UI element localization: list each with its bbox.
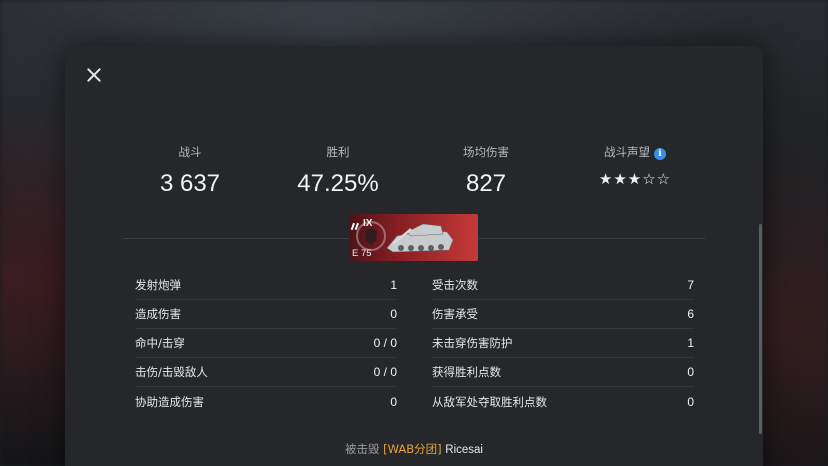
summary-stats: 战斗 3 637 胜利 47.25% 场均伤害 827 战斗声望 i ★★★☆☆ <box>120 144 710 204</box>
tank-name: E 75 <box>352 248 372 259</box>
destroyed-by: 被击毁 [WAB分团] Ricesai <box>65 441 763 457</box>
tank-card: IX E 75 <box>349 214 478 261</box>
stat-reputation-label: 战斗声望 <box>604 145 650 159</box>
row-value: 1 <box>390 278 397 292</box>
table-row: 协助造成伤害 0 <box>135 387 397 416</box>
stat-battles-value: 3 637 <box>159 170 221 197</box>
table-row: 发射炮弹 1 <box>135 271 397 300</box>
battle-stats-panel: 战斗 3 637 胜利 47.25% 场均伤害 827 战斗声望 i ★★★☆☆ <box>65 46 763 466</box>
stat-wins: 胜利 47.25% <box>268 144 408 198</box>
row-value: 0 <box>390 307 397 321</box>
destroyed-by-label: 被击毁 <box>344 442 380 456</box>
germany-emblem-icon <box>365 228 377 245</box>
table-row: 击伤/击毁敌人 0 / 0 <box>135 358 397 387</box>
row-value: 7 <box>687 278 694 292</box>
row-value: 0 <box>687 365 694 379</box>
info-icon[interactable]: i <box>654 148 666 160</box>
left-stats-table: 发射炮弹 1 造成伤害 0 命中/击穿 0 / 0 击伤/击毁敌人 0 / 0 … <box>135 271 397 416</box>
row-label: 命中/击穿 <box>135 336 185 350</box>
row-value: 6 <box>687 307 694 321</box>
row-value: 0 / 0 <box>373 336 397 350</box>
stat-battles: 战斗 3 637 <box>120 144 260 198</box>
destroyer-player[interactable]: Ricesai <box>445 444 483 456</box>
table-row: 获得胜利点数 0 <box>432 358 694 387</box>
scrollbar[interactable] <box>759 224 762 434</box>
row-value: 0 <box>390 394 397 409</box>
table-row: 造成伤害 0 <box>135 300 397 329</box>
row-label: 协助造成伤害 <box>135 394 204 409</box>
row-value: 0 / 0 <box>373 365 397 379</box>
stat-battles-label: 战斗 <box>178 145 202 159</box>
table-row: 伤害承受 6 <box>432 300 694 329</box>
row-label: 击伤/击毁敌人 <box>135 365 208 379</box>
reputation-stars: ★★★☆☆ <box>598 170 672 188</box>
row-label: 发射炮弹 <box>135 278 181 292</box>
stat-reputation: 战斗声望 i ★★★☆☆ <box>565 144 705 190</box>
table-row: 命中/击穿 0 / 0 <box>135 329 397 358</box>
stat-wins-label: 胜利 <box>326 145 350 159</box>
stat-avg-damage-label: 场均伤害 <box>463 145 509 159</box>
row-label: 从敌军处夺取胜利点数 <box>432 394 547 409</box>
tank-tier: IX <box>363 218 373 229</box>
row-label: 受击次数 <box>432 278 478 292</box>
row-value: 0 <box>687 394 694 409</box>
table-row: 从敌军处夺取胜利点数 0 <box>432 387 694 416</box>
row-label: 伤害承受 <box>432 307 478 321</box>
right-stats-table: 受击次数 7 伤害承受 6 未击穿伤害防护 1 获得胜利点数 0 从敌军处夺取胜… <box>432 271 694 416</box>
destroyer-clan[interactable]: [WAB分团] <box>383 442 441 456</box>
row-label: 获得胜利点数 <box>432 365 501 379</box>
stat-avg-damage: 场均伤害 827 <box>416 144 556 198</box>
row-value: 1 <box>687 336 694 350</box>
stat-wins-value: 47.25% <box>297 170 379 197</box>
table-row: 受击次数 7 <box>432 271 694 300</box>
table-row: 未击穿伤害防护 1 <box>432 329 694 358</box>
row-label: 未击穿伤害防护 <box>432 336 513 350</box>
stat-avg-damage-value: 827 <box>465 170 507 197</box>
close-icon[interactable] <box>85 66 103 84</box>
row-label: 造成伤害 <box>135 307 181 321</box>
